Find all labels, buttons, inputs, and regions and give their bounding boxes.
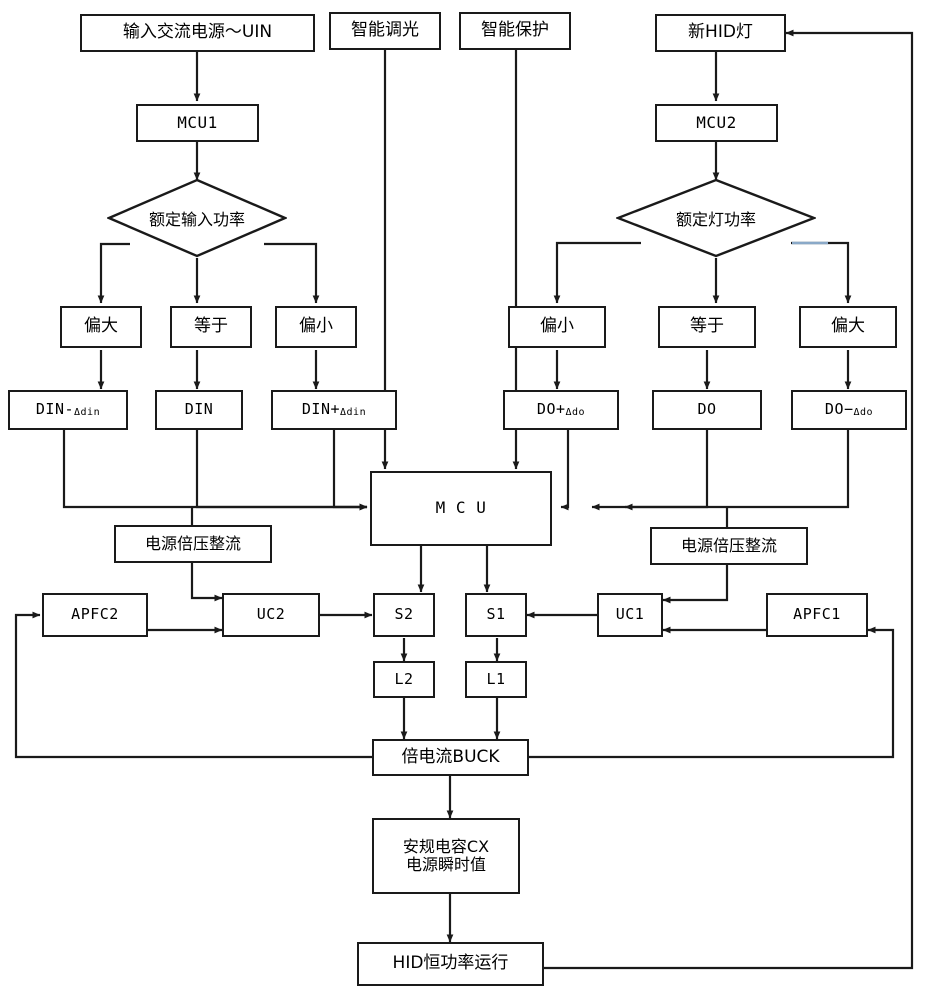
decision-rated-lamp-power: 额定灯功率 bbox=[616, 178, 816, 258]
decision-rated-input-power: 额定输入功率 bbox=[107, 178, 287, 258]
node-input-ac-label: 输入交流电源～UIN bbox=[122, 22, 273, 43]
node-safety-cap-line2: 电源瞬时值 bbox=[405, 855, 486, 874]
node-apfc1: APFC1 bbox=[766, 593, 868, 637]
node-left-branch-low: 偏小 bbox=[275, 306, 357, 348]
node-left-branch-high: 偏大 bbox=[60, 306, 142, 348]
node-do-plus-delta: DO+Δdo bbox=[503, 390, 619, 430]
node-left-branch-equal: 等于 bbox=[170, 306, 252, 348]
node-smart-dimming: 智能调光 bbox=[329, 12, 441, 50]
node-uc2: UC2 bbox=[222, 593, 320, 637]
node-smart-dimming-label: 智能调光 bbox=[351, 20, 419, 41]
decision-rated-input-power-label: 额定输入功率 bbox=[148, 210, 245, 229]
node-mcu-center-label: M C U bbox=[435, 498, 487, 518]
node-smart-protection: 智能保护 bbox=[459, 12, 571, 50]
node-do: DO bbox=[652, 390, 762, 430]
node-l2: L2 bbox=[373, 661, 435, 698]
node-mcu1-label: MCU1 bbox=[177, 112, 218, 132]
node-din-minus-base: DIN- bbox=[35, 400, 75, 419]
node-apfc2-label: APFC2 bbox=[71, 605, 119, 624]
node-safety-cap-line1: 安规电容CX bbox=[402, 836, 490, 856]
node-mcu1: MCU1 bbox=[136, 104, 259, 142]
node-s2: S2 bbox=[373, 593, 435, 637]
node-din: DIN bbox=[155, 390, 243, 430]
node-s1-label: S1 bbox=[486, 605, 506, 624]
node-right-branch-high: 偏大 bbox=[799, 306, 897, 348]
node-left-branch-high-label: 偏大 bbox=[84, 316, 118, 337]
node-l1-label: L1 bbox=[486, 669, 506, 688]
node-uc1: UC1 bbox=[597, 593, 663, 637]
node-buck-label: 倍电流BUCK bbox=[401, 746, 500, 767]
node-l2-label: L2 bbox=[394, 669, 414, 688]
node-smart-protection-label: 智能保护 bbox=[481, 20, 549, 41]
node-right-branch-equal-label: 等于 bbox=[690, 316, 724, 337]
node-new-hid-lamp: 新HID灯 bbox=[655, 14, 786, 52]
node-uc2-label: UC2 bbox=[256, 605, 286, 624]
node-do-minus-delta: DO−Δdo bbox=[791, 390, 907, 430]
node-voltage-doubler-left-label: 电源倍压整流 bbox=[144, 533, 241, 553]
node-apfc1-label: APFC1 bbox=[793, 605, 841, 624]
flowchart-canvas: 输入交流电源～UIN 智能调光 智能保护 新HID灯 MCU1 MCU2 额定输… bbox=[0, 0, 925, 1000]
node-mcu2-label: MCU2 bbox=[696, 112, 737, 132]
node-buck: 倍电流BUCK bbox=[372, 739, 529, 776]
node-left-branch-equal-label: 等于 bbox=[194, 316, 228, 337]
node-voltage-doubler-right: 电源倍压整流 bbox=[650, 527, 808, 565]
node-s2-label: S2 bbox=[394, 605, 414, 624]
node-do-minus-delta-label: Δdo bbox=[853, 407, 874, 419]
node-din-plus-base: DIN+ bbox=[301, 400, 341, 419]
node-new-hid-lamp-label: 新HID灯 bbox=[688, 22, 753, 43]
node-left-branch-low-label: 偏小 bbox=[299, 316, 333, 337]
node-do-label: DO bbox=[697, 400, 717, 419]
node-right-branch-low: 偏小 bbox=[508, 306, 606, 348]
node-din-plus-delta-label: Δdin bbox=[340, 407, 367, 419]
node-do-minus-base: DO− bbox=[824, 400, 854, 419]
node-hid-constant-power: HID恒功率运行 bbox=[357, 942, 544, 986]
node-apfc2: APFC2 bbox=[42, 593, 148, 637]
node-voltage-doubler-left: 电源倍压整流 bbox=[114, 525, 272, 563]
node-do-plus-delta-label: Δdo bbox=[565, 407, 586, 419]
node-s1: S1 bbox=[465, 593, 527, 637]
node-din-minus-delta-label: Δdin bbox=[74, 407, 101, 419]
node-din-minus-delta: DIN-Δdin bbox=[8, 390, 128, 430]
node-right-branch-low-label: 偏小 bbox=[540, 316, 574, 337]
node-do-plus-base: DO+ bbox=[536, 400, 566, 419]
node-l1: L1 bbox=[465, 661, 527, 698]
node-hid-constant-power-label: HID恒功率运行 bbox=[392, 953, 509, 974]
node-right-branch-high-label: 偏大 bbox=[831, 316, 865, 337]
node-safety-cap: 安规电容CX 电源瞬时值 bbox=[372, 818, 520, 894]
decision-rated-lamp-power-label: 额定灯功率 bbox=[675, 210, 756, 229]
node-mcu2: MCU2 bbox=[655, 104, 778, 142]
node-right-branch-equal: 等于 bbox=[658, 306, 756, 348]
node-voltage-doubler-right-label: 电源倍压整流 bbox=[680, 535, 777, 555]
node-input-ac: 输入交流电源～UIN bbox=[80, 14, 315, 52]
node-uc1-label: UC1 bbox=[615, 605, 645, 624]
node-din-label: DIN bbox=[184, 400, 214, 419]
node-mcu-center: M C U bbox=[370, 471, 552, 546]
node-din-plus-delta: DIN+Δdin bbox=[271, 390, 397, 430]
